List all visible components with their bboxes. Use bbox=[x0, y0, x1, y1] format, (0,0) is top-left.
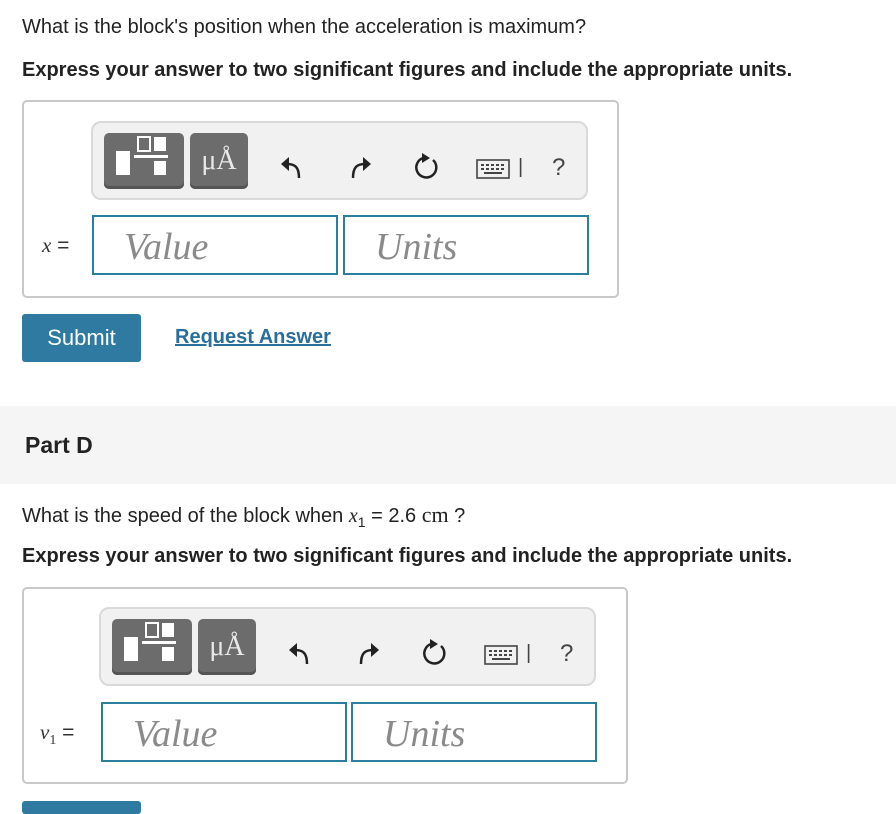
answer-box: μÅ | ? x = Value Units bbox=[22, 100, 619, 298]
reset-icon[interactable] bbox=[412, 152, 442, 182]
redo-icon[interactable] bbox=[353, 639, 381, 667]
undo-icon[interactable] bbox=[287, 639, 315, 667]
help-button[interactable]: ? bbox=[560, 640, 573, 668]
value-input[interactable]: Value bbox=[101, 702, 347, 762]
answer-box: μÅ | ? v1 = Value Units bbox=[22, 587, 628, 784]
units-placeholder: Units bbox=[375, 226, 458, 268]
units-placeholder: Units bbox=[383, 713, 466, 755]
answer-instruction: Express your answer to two significant f… bbox=[22, 59, 793, 81]
symbols-button[interactable]: μÅ bbox=[190, 133, 248, 189]
undo-icon[interactable] bbox=[279, 153, 307, 181]
keyboard-icon[interactable] bbox=[476, 159, 510, 179]
value-placeholder: Value bbox=[124, 226, 209, 268]
templates-icon bbox=[116, 136, 168, 175]
question-text: What is the speed of the block when x1 =… bbox=[22, 502, 466, 530]
answer-instruction: Express your answer to two significant f… bbox=[22, 545, 793, 567]
units-input[interactable]: Units bbox=[351, 702, 597, 762]
symbols-button[interactable]: μÅ bbox=[198, 619, 256, 675]
symbols-label: μÅ bbox=[209, 631, 245, 662]
variable-label: x = bbox=[42, 233, 70, 257]
value-input[interactable]: Value bbox=[92, 215, 338, 275]
math-toolbar: μÅ | ? bbox=[91, 121, 588, 200]
part-title: Part D bbox=[25, 432, 93, 458]
units-input[interactable]: Units bbox=[343, 215, 589, 275]
templates-icon bbox=[124, 622, 176, 661]
question-text: What is the block's position when the ac… bbox=[22, 16, 587, 38]
submit-button[interactable] bbox=[22, 801, 141, 814]
redo-icon[interactable] bbox=[345, 153, 373, 181]
keyboard-icon[interactable] bbox=[484, 645, 518, 665]
templates-button[interactable] bbox=[112, 619, 192, 675]
help-button[interactable]: ? bbox=[552, 154, 565, 182]
toolbar-separator: | bbox=[518, 156, 524, 178]
math-toolbar: μÅ | ? bbox=[99, 607, 596, 686]
reset-icon[interactable] bbox=[420, 638, 450, 668]
submit-button[interactable]: Submit bbox=[22, 314, 141, 362]
templates-button[interactable] bbox=[104, 133, 184, 189]
toolbar-separator: | bbox=[526, 642, 532, 664]
value-placeholder: Value bbox=[133, 713, 218, 755]
part-header[interactable]: Part D bbox=[0, 406, 896, 484]
symbols-label: μÅ bbox=[201, 145, 237, 176]
request-answer-link[interactable]: Request Answer bbox=[175, 326, 331, 349]
variable-label: v1 = bbox=[40, 720, 75, 749]
